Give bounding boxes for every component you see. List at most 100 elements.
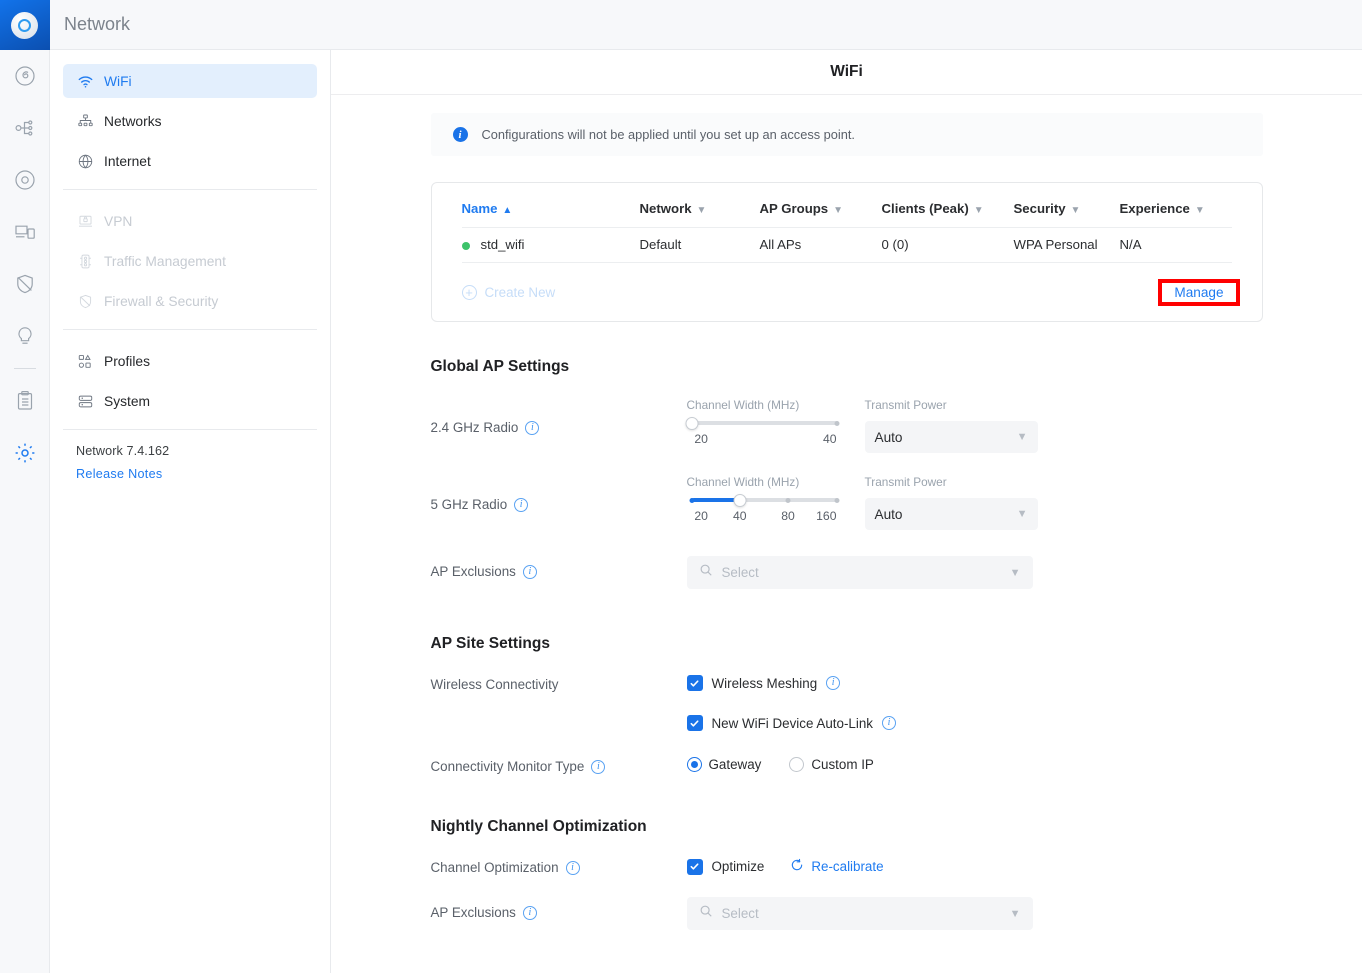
manage-button[interactable]: Manage xyxy=(1174,285,1223,300)
app-logo-icon xyxy=(11,12,38,39)
sidebar-item-profiles[interactable]: Profiles xyxy=(63,344,317,378)
option-label: New WiFi Device Auto-Link xyxy=(712,716,873,731)
app-logo[interactable] xyxy=(0,0,50,50)
slider-thumb[interactable] xyxy=(733,494,746,507)
transmit-power-5ghz: Transmit Power Auto ▼ xyxy=(865,475,1038,530)
status-dot-online xyxy=(462,242,470,250)
transmit-power-24ghz: Transmit Power Auto ▼ xyxy=(865,398,1038,453)
label-ap-exclusions: AP Exclusions i xyxy=(431,556,687,579)
option-label: Wireless Meshing xyxy=(712,676,818,691)
ap-exclusions-select-global[interactable]: Select ▼ xyxy=(687,556,1033,589)
radio-custom-ip[interactable] xyxy=(789,757,804,772)
sidebar-item-firewall-security: Firewall & Security xyxy=(63,284,317,318)
radio-label: Custom IP xyxy=(811,757,874,772)
card-footer: + Create New Manage xyxy=(462,263,1232,321)
channel-width-slider-5ghz[interactable]: Channel Width (MHz) 20 xyxy=(687,475,842,530)
slider-tick-label: 80 xyxy=(781,509,795,523)
label-5ghz-radio: 5 GHz Radio i xyxy=(431,475,687,512)
radio-option-custom-ip[interactable]: Custom IP xyxy=(789,757,874,772)
slider-track[interactable] xyxy=(692,498,837,502)
info-icon: i xyxy=(453,127,468,142)
version-label: Network 7.4.162 xyxy=(76,444,304,458)
label-channel-optimization: Channel Optimization i xyxy=(431,858,687,875)
sidebar-item-label: Firewall & Security xyxy=(104,294,218,309)
ap-exclusions-select-nightly[interactable]: Select ▼ xyxy=(687,897,1033,930)
settings-gear-icon[interactable] xyxy=(0,427,50,479)
checkbox-wireless-meshing[interactable] xyxy=(687,675,703,691)
table-row[interactable]: std_wifi Default All APs 0 (0) WPA Perso… xyxy=(462,228,1232,263)
radio-gateway[interactable] xyxy=(687,757,702,772)
sidebar-item-label: WiFi xyxy=(104,74,132,89)
shield-icon[interactable] xyxy=(0,258,50,310)
vpn-icon xyxy=(76,213,94,230)
sidebar-item-wifi[interactable]: WiFi xyxy=(63,64,317,98)
sidebar-item-networks[interactable]: Networks xyxy=(63,104,317,138)
create-new-button: + Create New xyxy=(462,285,556,300)
nightly-channel-optimization-section: Nightly Channel Optimization Channel Opt… xyxy=(431,818,1263,930)
ap-exclusions-placeholder: Select xyxy=(722,565,1001,580)
rail-divider xyxy=(14,368,36,369)
wifi-icon xyxy=(76,73,94,90)
channel-optimization-controls: Optimize Re-calibrate xyxy=(687,858,884,875)
info-icon[interactable]: i xyxy=(523,565,537,579)
sidebar-footer: Network 7.4.162 Release Notes xyxy=(63,444,317,481)
info-icon[interactable]: i xyxy=(523,906,537,920)
manage-highlight-box: Manage xyxy=(1158,279,1239,306)
logs-clipboard-icon[interactable] xyxy=(0,375,50,427)
sidebar-item-traffic-management: Traffic Management xyxy=(63,244,317,278)
row-ap-exclusions-nightly: AP Exclusions i Select ▼ xyxy=(431,897,1263,930)
cell-ap-groups: All APs xyxy=(760,228,882,263)
main-area: WiFi i Configurations will not be applie… xyxy=(331,0,1362,973)
transmit-power-select[interactable]: Auto ▼ xyxy=(865,498,1038,530)
controls-5ghz: Channel Width (MHz) 20 xyxy=(687,475,1038,530)
channel-width-slider-24ghz[interactable]: Channel Width (MHz) 20 40 xyxy=(687,398,842,453)
release-notes-link[interactable]: Release Notes xyxy=(76,467,304,481)
recalibrate-button[interactable]: Re-calibrate xyxy=(790,858,883,875)
slider-tick-label: 160 xyxy=(816,509,836,523)
sidebar-item-label: Traffic Management xyxy=(104,254,226,269)
checkbox-new-wifi-device-auto-link[interactable] xyxy=(687,715,703,731)
bottom-spacer xyxy=(331,930,1362,973)
app-window: WiFi Networks xyxy=(0,0,1362,973)
info-icon[interactable]: i xyxy=(514,498,528,512)
slider-track[interactable] xyxy=(692,421,837,425)
info-icon[interactable]: i xyxy=(591,760,605,774)
sidebar-nav: WiFi Networks xyxy=(50,50,330,481)
devices-circle-icon[interactable] xyxy=(0,154,50,206)
sidebar-divider-1 xyxy=(63,189,317,190)
option-new-wifi-device-auto-link: New WiFi Device Auto-Link i xyxy=(687,715,896,731)
slider-tick-label: 40 xyxy=(733,509,747,523)
insights-bulb-icon[interactable] xyxy=(0,310,50,362)
chevron-down-icon: ▼ xyxy=(1017,508,1028,520)
system-icon xyxy=(76,393,94,410)
column-header-clients-peak[interactable]: Clients (Peak)▼ xyxy=(882,201,1014,228)
column-header-ap-groups[interactable]: AP Groups▼ xyxy=(760,201,882,228)
checkbox-optimize[interactable] xyxy=(687,859,703,875)
info-icon[interactable]: i xyxy=(826,676,840,690)
info-icon[interactable]: i xyxy=(566,861,580,875)
chevron-down-icon: ▼ xyxy=(697,205,707,216)
column-header-network[interactable]: Network▼ xyxy=(640,201,760,228)
recalibrate-label: Re-calibrate xyxy=(811,859,883,874)
info-icon[interactable]: i xyxy=(882,716,896,730)
transmit-power-select[interactable]: Auto ▼ xyxy=(865,421,1038,453)
topology-icon[interactable] xyxy=(0,102,50,154)
search-icon xyxy=(699,904,713,923)
chevron-down-icon: ▼ xyxy=(1010,908,1021,920)
column-header-name[interactable]: Name▲ xyxy=(462,201,640,228)
column-header-experience[interactable]: Experience▼ xyxy=(1120,201,1232,228)
radio-option-gateway[interactable]: Gateway xyxy=(687,757,762,772)
section-title-global-ap: Global AP Settings xyxy=(431,358,1263,376)
option-wireless-meshing: Wireless Meshing i xyxy=(687,675,896,691)
wifi-table: Name▲ Network▼ AP Groups▼ Clients (Peak)… xyxy=(462,201,1232,263)
chevron-down-icon: ▼ xyxy=(1071,205,1081,216)
clients-icon[interactable] xyxy=(0,206,50,258)
info-icon[interactable]: i xyxy=(525,421,539,435)
dashboard-icon[interactable] xyxy=(0,50,50,102)
slider-thumb[interactable] xyxy=(685,417,698,430)
sidebar-item-internet[interactable]: Internet xyxy=(63,144,317,178)
column-header-security[interactable]: Security▼ xyxy=(1014,201,1120,228)
wifi-list-card: Name▲ Network▼ AP Groups▼ Clients (Peak)… xyxy=(431,182,1263,322)
sidebar-item-system[interactable]: System xyxy=(63,384,317,418)
table-header-row: Name▲ Network▼ AP Groups▼ Clients (Peak)… xyxy=(462,201,1232,228)
